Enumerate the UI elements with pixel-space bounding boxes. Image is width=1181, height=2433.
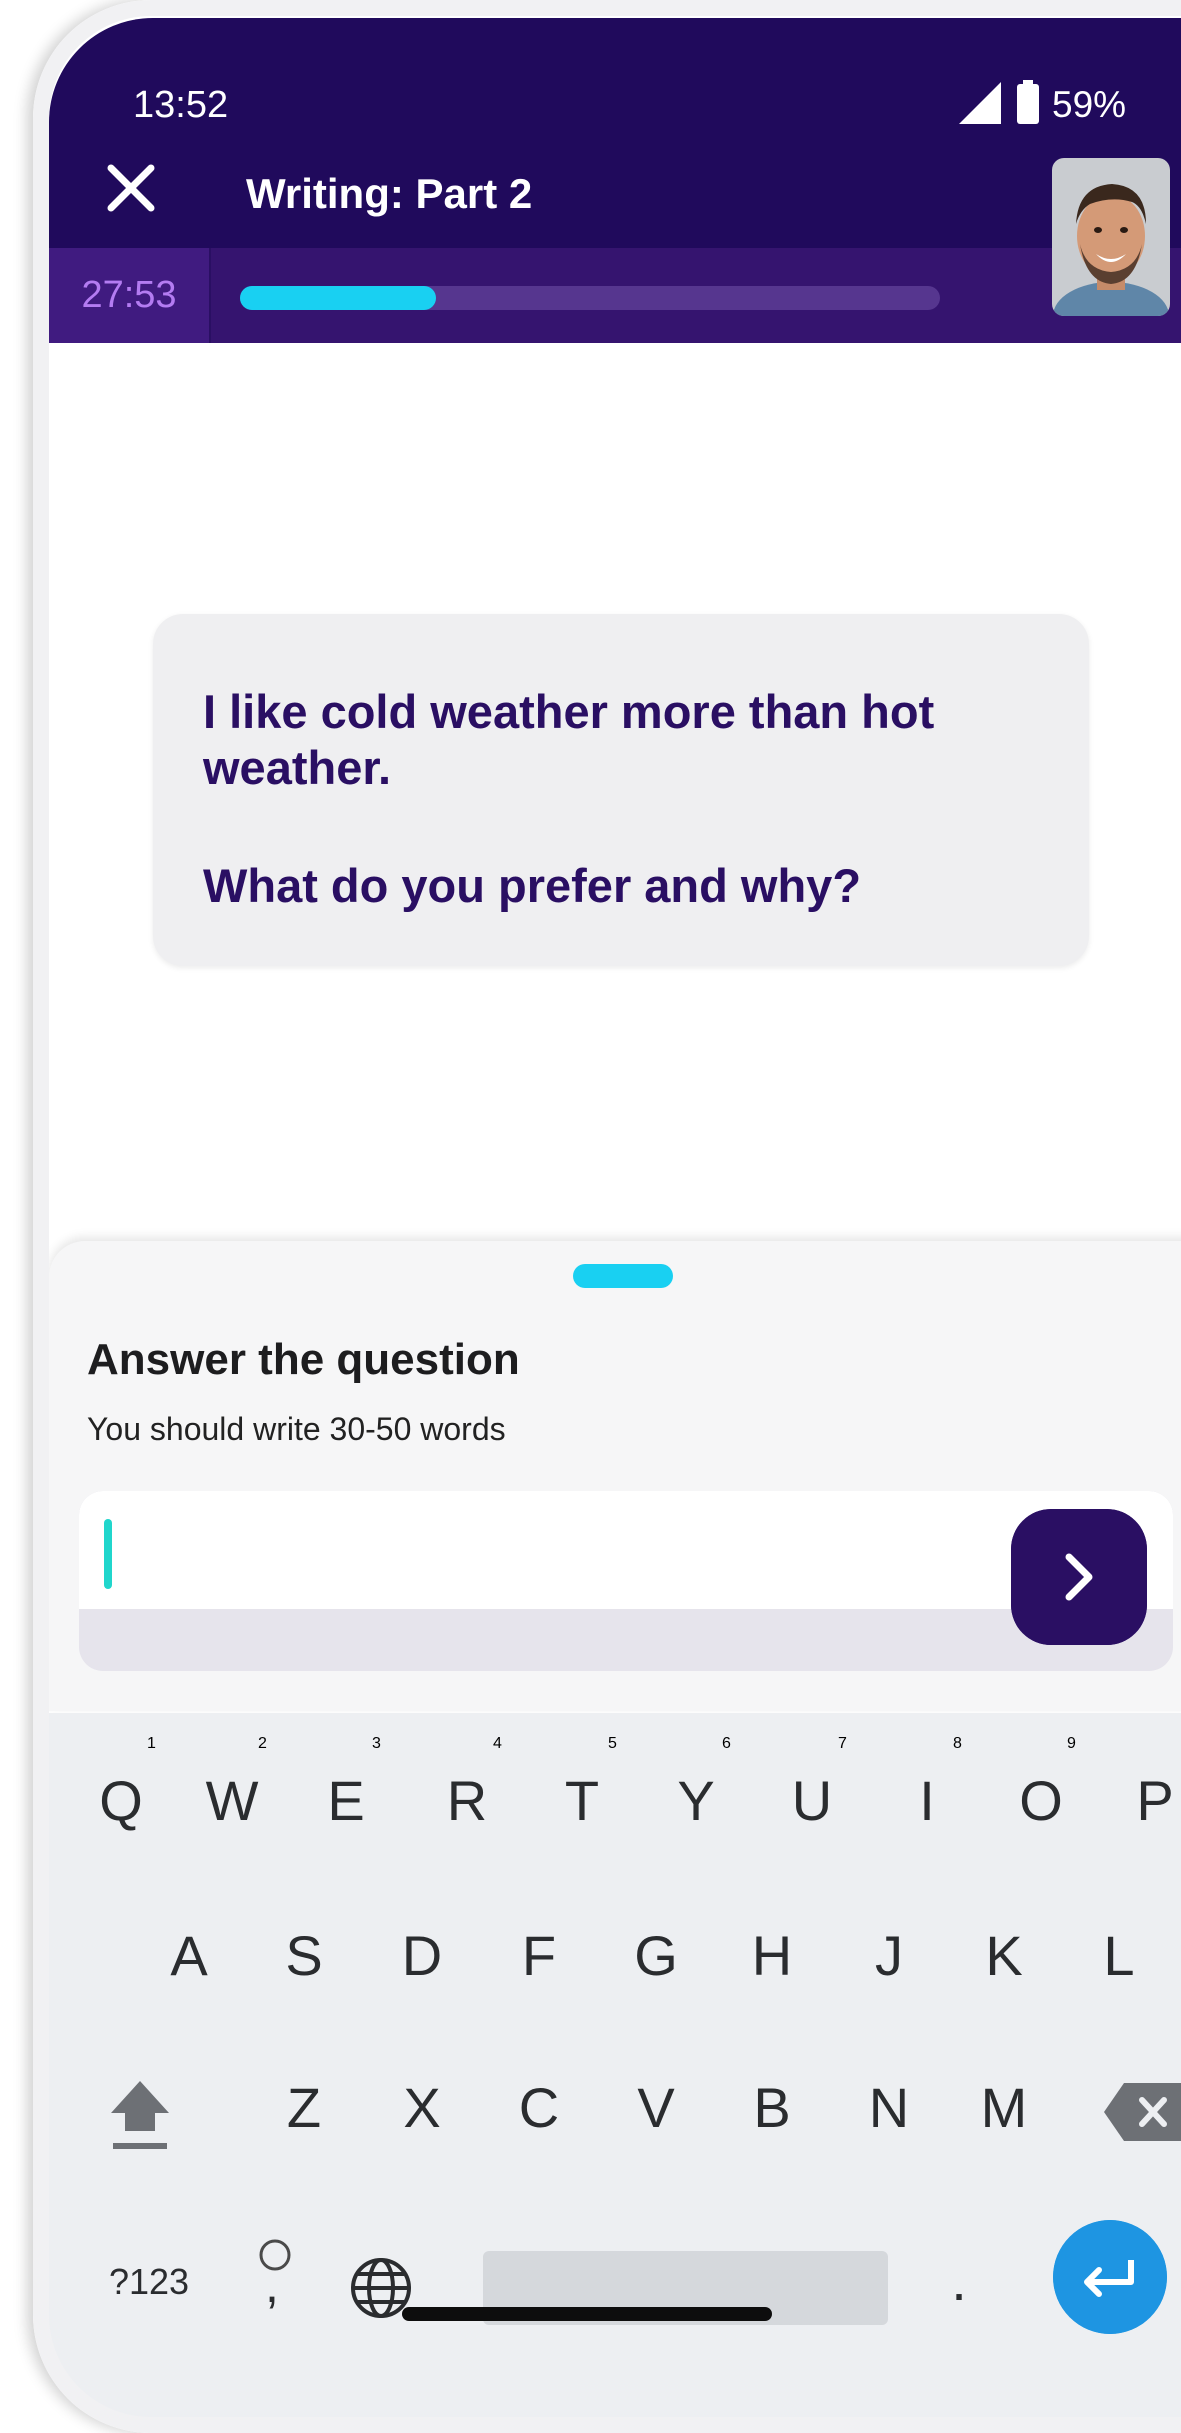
- key-q[interactable]: Q: [91, 1768, 151, 1833]
- key-hint-7: 7: [838, 1735, 847, 1752]
- prompt-line-1: I like cold weather more than hot: [203, 685, 935, 738]
- period-key[interactable]: .: [939, 2248, 979, 2313]
- key-o[interactable]: O: [1011, 1768, 1071, 1833]
- signal-icon: [959, 82, 1001, 124]
- comma-label: ,: [265, 2257, 279, 2313]
- submit-button[interactable]: [1011, 1509, 1147, 1645]
- key-r[interactable]: R: [437, 1768, 497, 1833]
- key-n[interactable]: N: [859, 2075, 919, 2140]
- key-z[interactable]: Z: [274, 2075, 334, 2140]
- app-header: 13:52 59% Writing: Part 2 27:53: [49, 18, 1181, 343]
- backspace-icon[interactable]: [1104, 2083, 1181, 2141]
- progress-bar: [240, 286, 940, 310]
- word-count-hint: You should write 30-50 words: [87, 1411, 506, 1447]
- key-y[interactable]: Y: [666, 1768, 726, 1833]
- key-hint-2: 2: [258, 1735, 267, 1752]
- answer-input[interactable]: [79, 1491, 1173, 1609]
- avatar[interactable]: [1052, 158, 1170, 316]
- key-d[interactable]: D: [392, 1923, 452, 1988]
- key-hint-9: 9: [1067, 1735, 1076, 1752]
- keyboard: Q1W2E3R4T5Y6U7I8O9P0 ASDFGHJKL ZXCVBNM ?…: [49, 1713, 1181, 2433]
- key-v[interactable]: V: [626, 2075, 686, 2140]
- key-g[interactable]: G: [626, 1923, 686, 1988]
- progress-fill: [240, 286, 436, 310]
- key-f[interactable]: F: [509, 1923, 569, 1988]
- timer: 27:53: [49, 248, 211, 343]
- key-i[interactable]: I: [897, 1768, 957, 1833]
- key-hint-8: 8: [953, 1735, 962, 1752]
- key-t[interactable]: T: [552, 1768, 612, 1833]
- answer-box: [79, 1491, 1173, 1671]
- key-u[interactable]: U: [782, 1768, 842, 1833]
- prompt-line-2: weather.: [203, 741, 392, 794]
- prompt-card: I like cold weather more than hot weathe…: [153, 614, 1089, 966]
- sheet-drag-handle[interactable]: [573, 1264, 673, 1288]
- answer-heading: Answer the question: [87, 1335, 520, 1384]
- key-j[interactable]: J: [859, 1923, 919, 1988]
- home-indicator[interactable]: [402, 2307, 772, 2321]
- key-x[interactable]: X: [392, 2075, 452, 2140]
- phone-frame: 13:52 59% Writing: Part 2 27:53 I like c…: [33, 0, 1181, 2433]
- battery-percentage: 59%: [1052, 84, 1127, 125]
- symbols-key[interactable]: ?123: [94, 2261, 204, 2303]
- key-hint-1: 1: [147, 1735, 156, 1752]
- answer-sheet: Answer the question You should write 30-…: [49, 1241, 1181, 1711]
- prompt-question: What do you prefer and why?: [203, 859, 862, 912]
- key-hint-6: 6: [722, 1735, 731, 1752]
- key-h[interactable]: H: [742, 1923, 802, 1988]
- page-title: Writing: Part 2: [246, 170, 533, 217]
- key-hint-5: 5: [608, 1735, 617, 1752]
- close-icon[interactable]: [101, 158, 161, 218]
- key-c[interactable]: C: [509, 2075, 569, 2140]
- shift-icon[interactable]: [105, 2075, 175, 2155]
- key-a[interactable]: A: [159, 1923, 219, 1988]
- key-l[interactable]: L: [1089, 1923, 1149, 1988]
- key-m[interactable]: M: [974, 2075, 1034, 2140]
- screen: 13:52 59% Writing: Part 2 27:53 I like c…: [49, 18, 1181, 2433]
- comma-key[interactable]: ,: [243, 2238, 303, 2328]
- key-e[interactable]: E: [316, 1768, 376, 1833]
- battery-icon: [1017, 80, 1039, 124]
- text-cursor: [104, 1519, 112, 1589]
- enter-key[interactable]: [1053, 2220, 1167, 2334]
- status-time: 13:52: [133, 84, 229, 126]
- key-p[interactable]: P: [1125, 1768, 1181, 1833]
- key-w[interactable]: W: [202, 1768, 262, 1833]
- key-b[interactable]: B: [742, 2075, 802, 2140]
- key-hint-3: 3: [372, 1735, 381, 1752]
- progress-row: 27:53: [49, 248, 1181, 343]
- key-s[interactable]: S: [274, 1923, 334, 1988]
- key-hint-4: 4: [493, 1735, 502, 1752]
- key-k[interactable]: K: [974, 1923, 1034, 1988]
